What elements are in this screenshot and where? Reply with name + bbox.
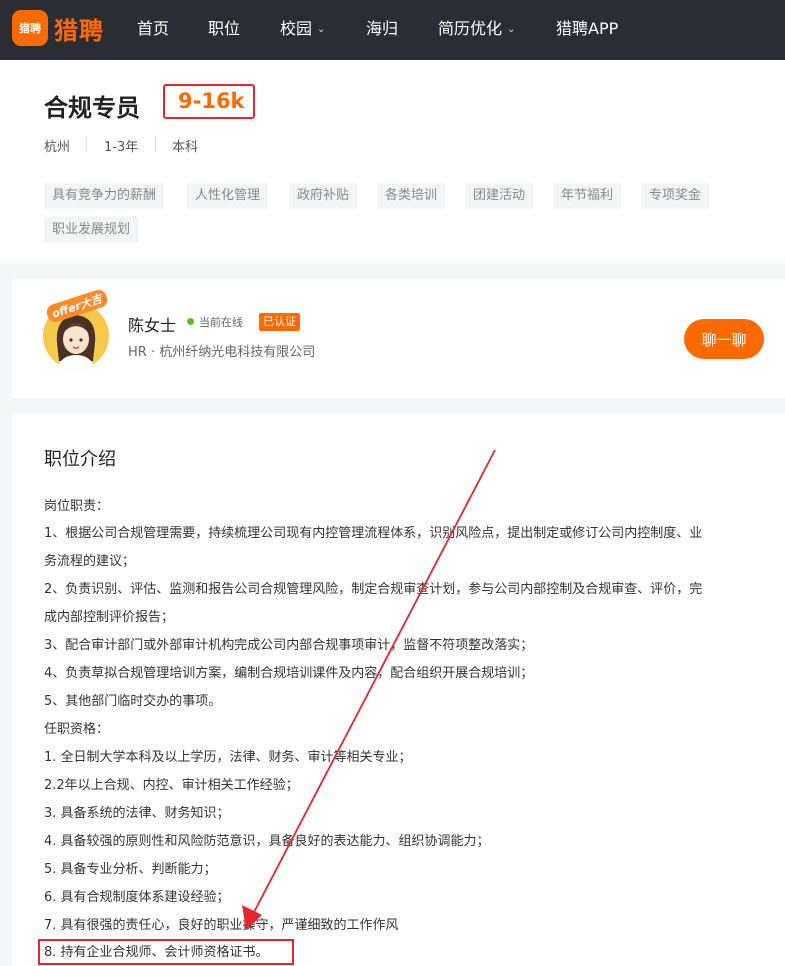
description-line: 2、负责识别、评估、监测和报告公司合规管理风险，制定合规审查计划，参与公司内部控… (44, 582, 703, 597)
chevron-down-icon: ⌄ (317, 24, 326, 35)
benefit-tag: 人性化管理 (187, 183, 269, 209)
online-status-icon (187, 318, 194, 325)
benefit-tag: 具有竞争力的薪酬 (44, 183, 165, 209)
job-description-card (12, 414, 785, 966)
description-line: 1. 全日制大学本科及以上学历，法律、财务、审计等相关专业； (44, 750, 412, 765)
job-title: 合规专员 (44, 94, 140, 122)
recruiter-card (12, 279, 785, 398)
meta-divider (155, 137, 156, 151)
nav-item-app[interactable]: 猎聘APP (556, 18, 618, 40)
benefit-tag: 职业发展规划 (44, 217, 139, 243)
verified-badge: 已认证 (259, 313, 300, 331)
description-line: 6. 具有合规制度体系建设经验； (44, 890, 230, 905)
benefit-tag: 各类培训 (377, 183, 446, 209)
logo[interactable]: 猎聘 猎聘 (12, 10, 104, 46)
nav-item-jobs[interactable]: 职位 (208, 18, 240, 40)
logo-badge: 猎聘 (12, 10, 48, 46)
benefit-tag: 团建活动 (465, 183, 534, 209)
logo-text: 猎聘 (54, 16, 104, 45)
meta-divider (86, 137, 87, 151)
chat-button[interactable]: 聊一聊 (684, 319, 764, 359)
description-line: 4. 具备较强的原则性和风险防范意识，具备良好的表达能力、组织协调能力； (44, 834, 490, 849)
description-line: 7. 具有很强的责任心，良好的职业操守，严谨细致的工作作风 (44, 918, 399, 933)
recruiter-name: 陈女士 (128, 316, 177, 335)
description-line: 任职资格： (44, 722, 110, 737)
job-location: 杭州 (44, 140, 71, 155)
nav-item-overseas[interactable]: 海归 (366, 18, 398, 40)
annotation-highlight-box (38, 939, 294, 965)
recruiter-company: HR · 杭州纤纳光电科技有限公司 (128, 345, 316, 360)
nav-item-home[interactable]: 首页 (137, 18, 169, 40)
description-line: 3、配合审计部门或外部审计机构完成公司内部合规事项审计，监督不符项整改落实； (44, 638, 534, 653)
description-line: 成内部控制评价报告； (44, 610, 175, 625)
description-line: 务流程的建议； (44, 554, 136, 569)
description-line: 2.2年以上合规、内控、审计相关工作经验； (44, 778, 299, 793)
description-line: 5. 具备专业分析、判断能力； (44, 862, 217, 877)
benefit-tag: 专项奖金 (641, 183, 710, 209)
description-line: 岗位职责： (44, 499, 110, 514)
nav-item-campus[interactable]: 校园 ⌄ (280, 18, 325, 41)
description-line: 4、负责草拟合规管理培训方案，编制合规培训课件及内容，配合组织开展合规培训； (44, 666, 534, 681)
chevron-down-icon: ⌄ (507, 24, 516, 35)
benefit-tag: 年节福利 (553, 183, 622, 209)
description-line: 5、其他部门临时交办的事项。 (44, 694, 222, 709)
description-line: 1、根据公司合规管理需要，持续梳理公司现有内控管理流程体系，识别风险点，提出制定… (44, 526, 703, 541)
online-status: 当前在线 (199, 316, 243, 329)
benefit-tag: 政府补贴 (289, 183, 358, 209)
description-line: 3. 具备系统的法律、财务知识； (44, 806, 230, 821)
nav-item-resume[interactable]: 简历优化 ⌄ (438, 18, 515, 41)
top-nav: 猎聘 猎聘 首页 职位 校园 ⌄ 海归 简历优化 ⌄ 猎聘APP (0, 0, 785, 60)
salary: 9-16k (178, 89, 245, 113)
job-education: 本科 (172, 140, 199, 155)
job-experience: 1-3年 (104, 140, 139, 155)
description-title: 职位介绍 (44, 449, 116, 470)
